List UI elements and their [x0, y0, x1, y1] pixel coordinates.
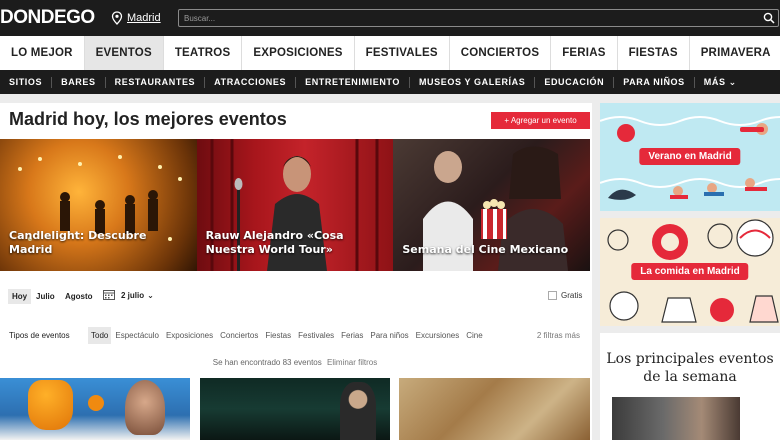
event-thumbnail[interactable] — [399, 378, 590, 440]
search-input[interactable] — [179, 10, 759, 26]
chevron-down-icon: ⌄ — [147, 291, 154, 300]
nav-ferias[interactable]: FERIAS — [551, 36, 618, 70]
clear-filters-link[interactable]: Eliminar filtros — [327, 358, 377, 367]
event-image-fruit — [28, 380, 73, 430]
event-thumbnail[interactable] — [200, 378, 390, 440]
subnav-sitios[interactable]: SITIOS — [0, 76, 53, 88]
subnav-museos[interactable]: MUSEOS Y GALERÍAS — [410, 76, 536, 88]
location-name: Madrid — [127, 12, 161, 24]
featured-card-label: Rauw Alejandro «Cosa Nuestra World Tour» — [205, 229, 344, 256]
calendar-icon[interactable] — [103, 289, 115, 300]
nav-lo-mejor[interactable]: LO MEJOR — [0, 36, 85, 70]
subnav-para-ninos[interactable]: PARA NIÑOS — [614, 76, 695, 88]
promo-comida-madrid[interactable]: La comida en Madrid — [600, 218, 780, 326]
more-filters-link[interactable]: 2 filtras más — [537, 331, 580, 340]
type-ferias[interactable]: Ferias — [338, 327, 366, 344]
type-exposiciones[interactable]: Exposiciones — [163, 327, 216, 344]
location-pin-icon — [111, 11, 123, 25]
sub-nav: SITIOS BARES RESTAURANTES ATRACCIONES EN… — [0, 70, 780, 94]
promo-verano-madrid[interactable]: Verano en Madrid — [600, 103, 780, 211]
type-festivales[interactable]: Festivales — [295, 327, 337, 344]
subnav-restaurantes[interactable]: RESTAURANTES — [106, 76, 206, 88]
type-todo[interactable]: Todo — [88, 327, 112, 344]
top-bar: DONDEGO Madrid — [0, 0, 780, 36]
event-types: Tipos de eventos Todo Espectáculo Exposi… — [0, 327, 590, 345]
location-selector[interactable]: Madrid — [111, 9, 161, 27]
featured-card-label: Candlelight: Descubre Madrid — [9, 229, 147, 256]
event-types-title: Tipos de eventos — [9, 331, 70, 340]
event-type-tags: Todo Espectáculo Exposiciones Conciertos… — [88, 327, 487, 344]
date-filters: Hoy Julio Agosto 2 julio ⌄ Gratis — [0, 286, 590, 306]
type-espectaculo[interactable]: Espectáculo — [112, 327, 162, 344]
nav-fiestas[interactable]: FIESTAS — [618, 36, 690, 70]
filter-hoy[interactable]: Hoy — [8, 289, 32, 304]
type-fiestas[interactable]: Fiestas — [262, 327, 294, 344]
main-content: Madrid hoy, los mejores eventos + Agrega… — [0, 103, 592, 440]
sidebar: Verano en Madrid La comida en Madrid Los… — [600, 103, 780, 440]
nav-teatros[interactable]: TEATROS — [164, 36, 243, 70]
type-para-ninos[interactable]: Para niños — [367, 327, 411, 344]
promo-label: Verano en Madrid — [639, 148, 741, 165]
selected-date: 2 julio — [121, 291, 145, 300]
nav-exposiciones[interactable]: EXPOSICIONES — [242, 36, 355, 70]
subnav-mas[interactable]: MÁS ⌄ — [695, 77, 746, 88]
date-selector[interactable]: 2 julio ⌄ — [121, 291, 154, 300]
results-summary: Se han encontrado 83 eventos Eliminar fi… — [0, 358, 590, 367]
nav-conciertos[interactable]: CONCIERTOS — [450, 36, 552, 70]
subnav-educacion[interactable]: EDUCACIÓN — [535, 76, 615, 88]
event-image-orange — [88, 395, 104, 411]
promo-label: La comida en Madrid — [631, 263, 749, 280]
weekly-highlights: Los principales eventos de la semana — [600, 333, 780, 440]
subnav-entretenimiento[interactable]: ENTRETENIMIENTO — [296, 76, 410, 88]
search-icon[interactable] — [763, 12, 775, 24]
featured-card-candlelight[interactable]: Candlelight: Descubre Madrid — [0, 139, 197, 271]
filter-agosto[interactable]: Agosto — [61, 289, 97, 304]
type-cine[interactable]: Cine — [463, 327, 485, 344]
add-event-button[interactable]: + Agregar un evento — [491, 112, 590, 129]
event-thumbnail[interactable] — [0, 378, 190, 440]
subnav-atracciones[interactable]: ATRACCIONES — [205, 76, 297, 88]
featured-card-cine-mexicano[interactable]: Semana del Cine Mexicano — [393, 139, 591, 271]
free-filter[interactable]: Gratis — [548, 291, 582, 300]
highlights-title: Los principales eventos de la semana — [606, 351, 774, 385]
featured-events: Candlelight: Descubre Madrid Rauw Alejan… — [0, 139, 591, 271]
event-image-person — [125, 380, 165, 435]
page-title: Madrid hoy, los mejores eventos — [9, 109, 287, 129]
search-box[interactable] — [178, 9, 779, 27]
featured-card-label: Semana del Cine Mexicano — [402, 243, 569, 256]
free-label: Gratis — [561, 291, 583, 300]
nav-primavera[interactable]: PRIMAVERA — [690, 36, 780, 70]
highlights-image[interactable] — [612, 397, 740, 440]
type-conciertos[interactable]: Conciertos — [217, 327, 261, 344]
site-logo[interactable]: DONDEGO — [0, 7, 95, 29]
type-excursiones[interactable]: Excursiones — [413, 327, 463, 344]
main-nav: LO MEJOR EVENTOS TEATROS EXPOSICIONES FE… — [0, 36, 780, 70]
featured-card-rauw-alejandro[interactable]: Rauw Alejandro «Cosa Nuestra World Tour» — [196, 139, 394, 271]
subnav-bares[interactable]: BARES — [52, 76, 106, 88]
event-image-actor — [340, 382, 376, 440]
free-checkbox[interactable] — [548, 291, 557, 300]
nav-festivales[interactable]: FESTIVALES — [355, 36, 450, 70]
event-grid — [0, 378, 590, 440]
filter-julio[interactable]: Julio — [32, 289, 59, 304]
results-count: Se han encontrado 83 eventos — [212, 358, 322, 367]
nav-eventos[interactable]: EVENTOS — [84, 36, 164, 70]
